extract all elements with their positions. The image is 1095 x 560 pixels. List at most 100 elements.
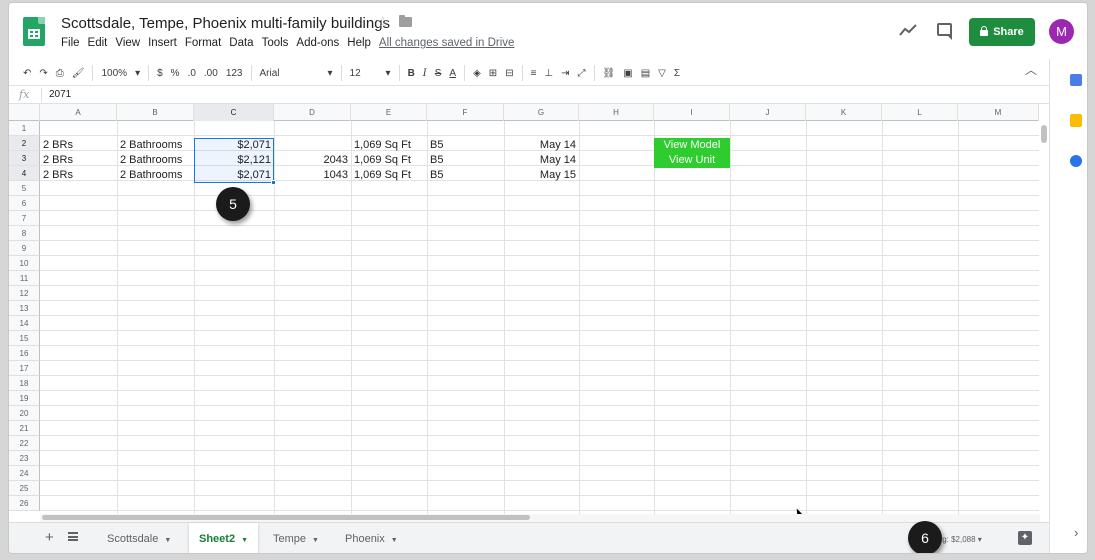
row-header[interactable]: 7 (9, 211, 40, 226)
row-header[interactable]: 24 (9, 466, 40, 481)
sheet-tab-tempe[interactable]: Tempe ▼ (263, 523, 329, 553)
cell-g3[interactable]: May 14 (504, 153, 576, 168)
scroll-thumb[interactable] (42, 515, 530, 520)
chevron-up-icon[interactable]: ︿ (1025, 61, 1037, 78)
star-icon[interactable]: ☆ (376, 13, 389, 31)
cell-a2[interactable]: 2 BRs (43, 138, 73, 153)
text-rotate-icon[interactable]: ⤢ (578, 68, 586, 79)
row-header[interactable]: 1 (9, 121, 40, 136)
row-header[interactable]: 13 (9, 301, 40, 316)
fill-color-icon[interactable]: ◈ (473, 68, 481, 79)
row-header[interactable]: 8 (9, 226, 40, 241)
horizontal-align-icon[interactable]: ≡ (531, 68, 537, 79)
strikethrough-button[interactable]: S (435, 68, 442, 79)
column-header[interactable]: M (958, 104, 1039, 121)
cell-f4[interactable]: B5 (430, 168, 443, 183)
paint-format-icon[interactable]: 🖌 (72, 68, 85, 79)
cell-a3[interactable]: 2 BRs (43, 153, 73, 168)
row-header[interactable]: 11 (9, 271, 40, 286)
text-wrap-icon[interactable]: ⇥ (561, 68, 569, 79)
menu-view[interactable]: View (115, 37, 140, 49)
cell-c4[interactable]: $2,071 (194, 168, 271, 183)
row-header[interactable]: 14 (9, 316, 40, 331)
chevron-down-icon[interactable]: ▼ (241, 537, 248, 544)
font-size-select[interactable]: 12 (350, 68, 378, 79)
all-sheets-icon[interactable] (68, 532, 78, 541)
cell-b3[interactable]: 2 Bathrooms (120, 153, 182, 168)
column-header[interactable]: F (427, 104, 504, 121)
row-header[interactable]: 15 (9, 331, 40, 346)
filter-icon[interactable]: ▽ (658, 68, 666, 79)
row-header[interactable]: 4 (9, 166, 40, 181)
cell-b2[interactable]: 2 Bathrooms (120, 138, 182, 153)
font-select[interactable]: Arial (260, 68, 320, 79)
menu-format[interactable]: Format (185, 37, 221, 49)
more-formats-button[interactable]: 123 (226, 68, 243, 79)
vertical-scrollbar[interactable] (1039, 121, 1049, 513)
row-header[interactable]: 6 (9, 196, 40, 211)
merge-cells-icon[interactable]: ⊟ (505, 68, 513, 79)
column-header[interactable]: D (274, 104, 351, 121)
add-sheet-icon[interactable]: + (45, 529, 54, 546)
sheet-tab-phoenix[interactable]: Phoenix ▼ (335, 523, 408, 553)
column-header[interactable]: E (351, 104, 427, 121)
column-header[interactable]: H (579, 104, 654, 121)
row-header[interactable]: 25 (9, 481, 40, 496)
chevron-down-icon[interactable]: ▾ (328, 68, 333, 79)
link-icon[interactable]: ⛓ (603, 68, 616, 79)
column-header[interactable]: I (654, 104, 730, 121)
functions-button[interactable]: Σ (674, 68, 680, 79)
row-header[interactable]: 3 (9, 151, 40, 166)
column-header[interactable]: J (730, 104, 806, 121)
cell-b4[interactable]: 2 Bathrooms (120, 168, 182, 183)
row-header[interactable]: 23 (9, 451, 40, 466)
cell-f2[interactable]: B5 (430, 138, 443, 153)
chevron-down-icon[interactable]: ▼ (164, 537, 171, 544)
row-header[interactable]: 2 (9, 136, 40, 151)
menu-insert[interactable]: Insert (148, 37, 177, 49)
view-model-button[interactable]: View Model (654, 138, 730, 153)
chevron-down-icon[interactable]: ▾ (135, 68, 140, 79)
cell-a4[interactable]: 2 BRs (43, 168, 73, 183)
row-header[interactable]: 9 (9, 241, 40, 256)
decrease-decimal-button[interactable]: .0 (188, 68, 196, 79)
column-header[interactable]: K (806, 104, 882, 121)
activity-trend-icon[interactable] (899, 23, 917, 37)
formula-input[interactable]: 2071 (49, 89, 71, 100)
increase-decimal-button[interactable]: .00 (204, 68, 218, 79)
column-header[interactable]: A (40, 104, 117, 121)
horizontal-scrollbar[interactable] (40, 514, 1040, 522)
insert-chart-icon[interactable]: ▤ (641, 68, 650, 79)
cell-f3[interactable]: B5 (430, 153, 443, 168)
currency-format-button[interactable]: $ (157, 68, 163, 79)
zoom-select[interactable]: 100% (101, 68, 127, 79)
borders-icon[interactable]: ⊞ (489, 68, 497, 79)
menu-help[interactable]: Help (347, 37, 371, 49)
cell-d4[interactable]: 1043 (274, 168, 348, 183)
spreadsheet-grid[interactable]: A B C D E F G H I J K L M 1 2 3 4 5 6 7 8 9 10 11 1… (9, 104, 1039, 514)
insert-comment-icon[interactable]: ▣ (623, 68, 632, 79)
chevron-down-icon[interactable]: ▼ (312, 537, 319, 544)
row-header[interactable]: 10 (9, 256, 40, 271)
cell-e3[interactable]: 1,069 Sq Ft (354, 153, 411, 168)
sheets-logo-icon[interactable] (23, 17, 45, 46)
avatar[interactable]: M (1049, 19, 1074, 44)
view-unit-button[interactable]: View Unit (654, 153, 730, 168)
menu-data[interactable]: Data (229, 37, 253, 49)
row-header[interactable]: 5 (9, 181, 40, 196)
share-button[interactable]: Share (969, 18, 1035, 46)
cell-c3[interactable]: $2,121 (194, 153, 271, 168)
menu-addons[interactable]: Add-ons (296, 37, 339, 49)
sheet-tab-sheet2[interactable]: Sheet2 ▼ (189, 523, 259, 553)
row-header[interactable]: 26 (9, 496, 40, 511)
scroll-thumb[interactable] (1041, 125, 1047, 143)
menu-tools[interactable]: Tools (262, 37, 289, 49)
redo-icon[interactable]: ↷ (39, 68, 47, 79)
row-header[interactable]: 20 (9, 406, 40, 421)
cell-g2[interactable]: May 14 (504, 138, 576, 153)
row-header[interactable]: 17 (9, 361, 40, 376)
keep-notes-icon[interactable] (1070, 114, 1082, 127)
cell-e4[interactable]: 1,069 Sq Ft (354, 168, 411, 183)
cell-c2[interactable]: $2,071 (194, 138, 271, 153)
saved-status-link[interactable]: All changes saved in Drive (379, 37, 515, 49)
